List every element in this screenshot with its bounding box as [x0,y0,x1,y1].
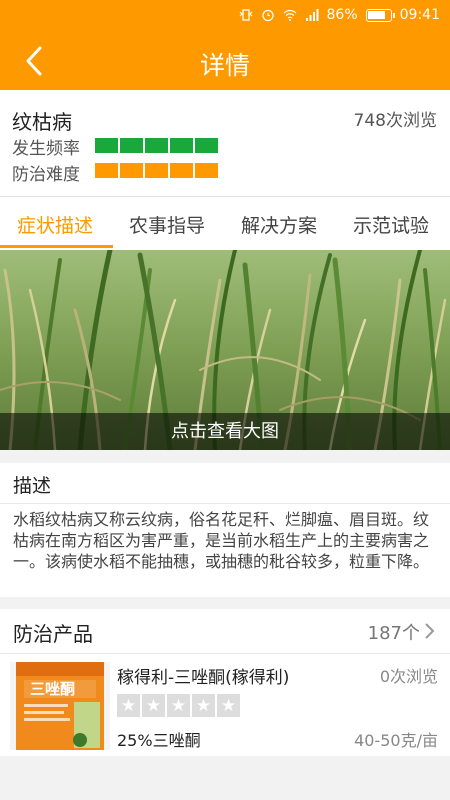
star-icon: ★ [217,694,240,717]
product-package-text: 三唑酮 [30,680,75,698]
difficulty-bar [95,163,218,178]
frequency-bar-segment [95,138,118,153]
disease-name: 纹枯病 [12,110,72,134]
tab-solutions[interactable]: 解决方案 [241,211,317,238]
star-icon: ★ [167,694,190,717]
frequency-bar-segment [120,138,143,153]
product-package-image: 三唑酮 [10,662,110,750]
tab-symptoms[interactable]: 症状描述 [17,211,93,238]
tab-demo-trials[interactable]: 示范试验 [353,211,429,238]
battery-icon [365,8,395,22]
signal-icon [305,9,319,21]
frequency-bar [95,138,218,153]
chevron-right-icon [425,623,435,639]
difficulty-bar-segment [170,163,193,178]
battery-percent: 86% [326,7,358,23]
product-name: 稼得利-三唑酮(稼得利) [117,668,290,688]
description-card: 水稻纹枯病又称云纹病，俗名花足秆、烂脚瘟、眉目斑。纹枯病在南方稻区为害严重，是当… [0,503,450,597]
product-spec: 25%三唑酮 [117,731,201,750]
products-count: 187个 [367,623,420,644]
difficulty-bar-segment [120,163,143,178]
tab-active-indicator [0,245,113,248]
frequency-bar-segment [170,138,193,153]
alarm-icon [261,9,274,22]
clock-time: 09:41 [399,7,440,23]
star-icon: ★ [117,694,140,717]
products-header[interactable]: 防治产品 187个 [0,609,450,653]
product-dosage: 40-50克/亩 [354,731,438,750]
description-text: 水稻纹枯病又称云纹病，俗名花足秆、烂脚瘟、眉目斑。纹枯病在南方稻区为害严重，是当… [13,510,430,571]
status-bar: 86% 09:41 [0,0,450,32]
app-bar: 详情 [0,32,450,90]
view-count: 748次浏览 [353,111,437,131]
difficulty-bar-segment [195,163,218,178]
frequency-bar-segment [145,138,168,153]
tab-farming-guide[interactable]: 农事指导 [129,211,205,238]
product-views: 0次浏览 [379,667,438,686]
frequency-label: 发生频率 [12,139,80,159]
page-title: 详情 [199,51,250,80]
difficulty-bar-segment [95,163,118,178]
disease-header: 纹枯病 748次浏览 发生频率 防治难度 [0,90,450,196]
product-rating: ★ ★ ★ ★ ★ [117,694,240,717]
star-icon: ★ [142,694,165,717]
wifi-icon [283,9,296,21]
view-large-image-caption[interactable]: 点击查看大图 [0,413,450,450]
star-icon: ★ [192,694,215,717]
difficulty-bar-segment [145,163,168,178]
description-header: 描述 [0,463,450,503]
status-icons: 86% 09:41 [239,7,440,23]
products-title: 防治产品 [13,622,93,646]
tab-bar: 症状描述 农事指导 解决方案 示范试验 [0,196,450,250]
difficulty-label: 防治难度 [12,165,80,185]
description-title: 描述 [13,475,52,497]
vibrate-icon [239,9,252,21]
frequency-bar-segment [195,138,218,153]
product-item[interactable]: 三唑酮 稼得利-三唑酮(稼得利) 0次浏览 ★ ★ ★ ★ ★ 25%三唑酮 4… [0,653,450,756]
